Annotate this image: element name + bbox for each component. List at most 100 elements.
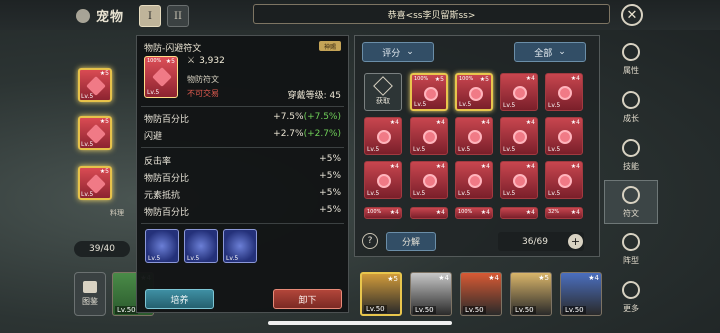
star-count: ★4 [438,274,449,282]
rune-level: Lv.5 [548,146,561,153]
sidebar-item-attributes[interactable]: 属性 [604,37,658,81]
star-count: ★5 [99,70,109,77]
rune-stars: ★4 [480,209,490,216]
equipped-rune-slot[interactable]: ★5 Lv.5 [78,116,112,150]
skill-icon [622,138,640,157]
diamond-icon [373,75,393,96]
album-label: 图鉴 [82,297,98,306]
rune-item[interactable]: 100% ★5 Lv.5 [410,73,448,111]
top-bar: 宠物 I II 恭喜<ss李贝留斯ss> ✕ [0,0,720,30]
rune-percent: 32% [548,209,560,215]
pet-level: Lv.50 [413,306,436,314]
rune-level: Lv.5 [503,190,516,197]
paw-icon [76,8,90,23]
equipped-rune-slot[interactable]: ★5 Lv.5 [78,166,112,200]
stat-value: +5% [319,205,341,215]
set-skill-icon[interactable]: Lv.5 [184,229,218,263]
stat-value: +7.5% [273,112,304,122]
stat-value: +2.7% [273,129,304,139]
sidebar-item-skills[interactable]: 技能 [604,133,658,177]
decompose-button[interactable]: 分解 [386,232,436,251]
home-indicator [268,321,452,325]
pet-count: 39/40 [74,241,130,257]
rune-stars: ★5 [434,76,444,83]
stat-name: 物防百分比 [144,115,190,125]
rune-icon: 100% ★5 Lv.5 [144,56,178,98]
rune-level: Lv.5 [548,102,561,109]
expand-capacity-button[interactable]: + [568,234,583,249]
rune-item[interactable]: ★4 Lv.5 [545,117,583,155]
close-button[interactable]: ✕ [621,4,643,26]
filter-dropdown[interactable]: 全部 ⌄ [514,42,586,62]
rune-stars: ★4 [480,119,490,126]
sidebar-item-growth[interactable]: 成长 [604,85,658,129]
nurture-button[interactable]: 培养 [145,289,214,309]
sub-stat-row: 物防百分比 +5% [144,205,341,218]
rune-level: Lv.5 [413,146,426,153]
rune-level: Lv.5 [503,102,516,109]
rune-item[interactable]: ★4 Lv.5 [545,73,583,111]
stat-name: 元素抵抗 [144,191,181,201]
rune-item[interactable]: ★4 Lv.5 [500,117,538,155]
rune-item[interactable]: ★4 Lv.5 [455,117,493,155]
rune-item[interactable]: 100% ★5 Lv.5 [455,73,493,111]
food-label[interactable]: 料理 [110,208,124,218]
pet-card[interactable]: ★5 Lv.50 [510,272,552,316]
rune-stars: ★4 [435,119,445,126]
stat-value: +5% [319,171,341,181]
tab-one[interactable]: I [139,5,161,27]
rune-item[interactable]: ★4 [410,207,448,219]
sidebar-label: 符文 [623,208,639,218]
pet-card[interactable]: ★4 Lv.50 [560,272,602,316]
sidebar-label: 成长 [623,113,639,123]
rune-item[interactable]: 100% ★4 [364,207,402,219]
pet-level: Lv.50 [463,306,486,314]
rune-item[interactable]: ★4 Lv.5 [455,161,493,199]
growth-icon [622,90,640,109]
power-value: 3,932 [199,56,225,66]
equipped-rune-slot[interactable]: ★5 Lv.5 [78,68,112,102]
rune-item[interactable]: 32% ★4 [545,207,583,219]
rune-gem-icon [558,86,572,100]
help-button[interactable]: ? [362,233,378,249]
rune-item[interactable]: ★4 Lv.5 [545,161,583,199]
sidebar-item-runes[interactable]: 符文 [604,180,658,224]
rune-item[interactable]: ★4 Lv.5 [410,161,448,199]
album-button[interactable]: 图鉴 [74,272,106,316]
sort-dropdown[interactable]: 评分 ⌄ [362,42,434,62]
stat-value: +5% [319,154,341,164]
rune-item[interactable]: ★4 Lv.5 [500,161,538,199]
rune-item[interactable]: ★4 Lv.5 [364,161,402,199]
rune-gem-icon [513,130,527,144]
rune-gem-icon [152,67,172,87]
rune-item[interactable]: ★4 Lv.5 [500,73,538,111]
pet-card[interactable]: ★5 Lv.50 [360,272,402,316]
main-stat-row: 物防百分比 +7.5%(+7.5%) [144,112,341,125]
unequip-button[interactable]: 卸下 [273,289,342,309]
set-skill-icon[interactable]: Lv.5 [223,229,257,263]
sidebar-item-formation[interactable]: 阵型 [604,227,658,271]
rune-power: ⚔ 3,932 [187,56,225,66]
rune-stars: ★5 [165,58,175,65]
sub-stat-row: 元素抵抗 +5% [144,188,341,201]
rune-gem-icon [423,174,437,188]
pet-card[interactable]: ★4 Lv.50 [460,272,502,316]
rune-item[interactable]: ★4 Lv.5 [410,117,448,155]
rune-level: Lv.5 [459,101,472,108]
divider [141,147,344,148]
rune-stars: ★4 [525,75,535,82]
rune-item[interactable]: 100% ★4 [455,207,493,219]
main-stat-row: 闪避 +2.7%(+2.7%) [144,129,341,142]
rune-gem-icon [513,86,527,100]
tab-two[interactable]: II [167,5,189,27]
rune-item[interactable]: ★4 [500,207,538,219]
info-icon [622,42,640,61]
acquire-button[interactable]: 获取 [364,73,402,111]
rune-stars: ★4 [435,209,445,216]
slot-level: Lv.5 [81,93,94,100]
sidebar-item-more[interactable]: 更多 [604,275,658,319]
rune-item[interactable]: ★4 Lv.5 [364,117,402,155]
pet-card[interactable]: ★4 Lv.50 [410,272,452,316]
set-skill-icon[interactable]: Lv.5 [145,229,179,263]
rune-stars: ★4 [525,119,535,126]
